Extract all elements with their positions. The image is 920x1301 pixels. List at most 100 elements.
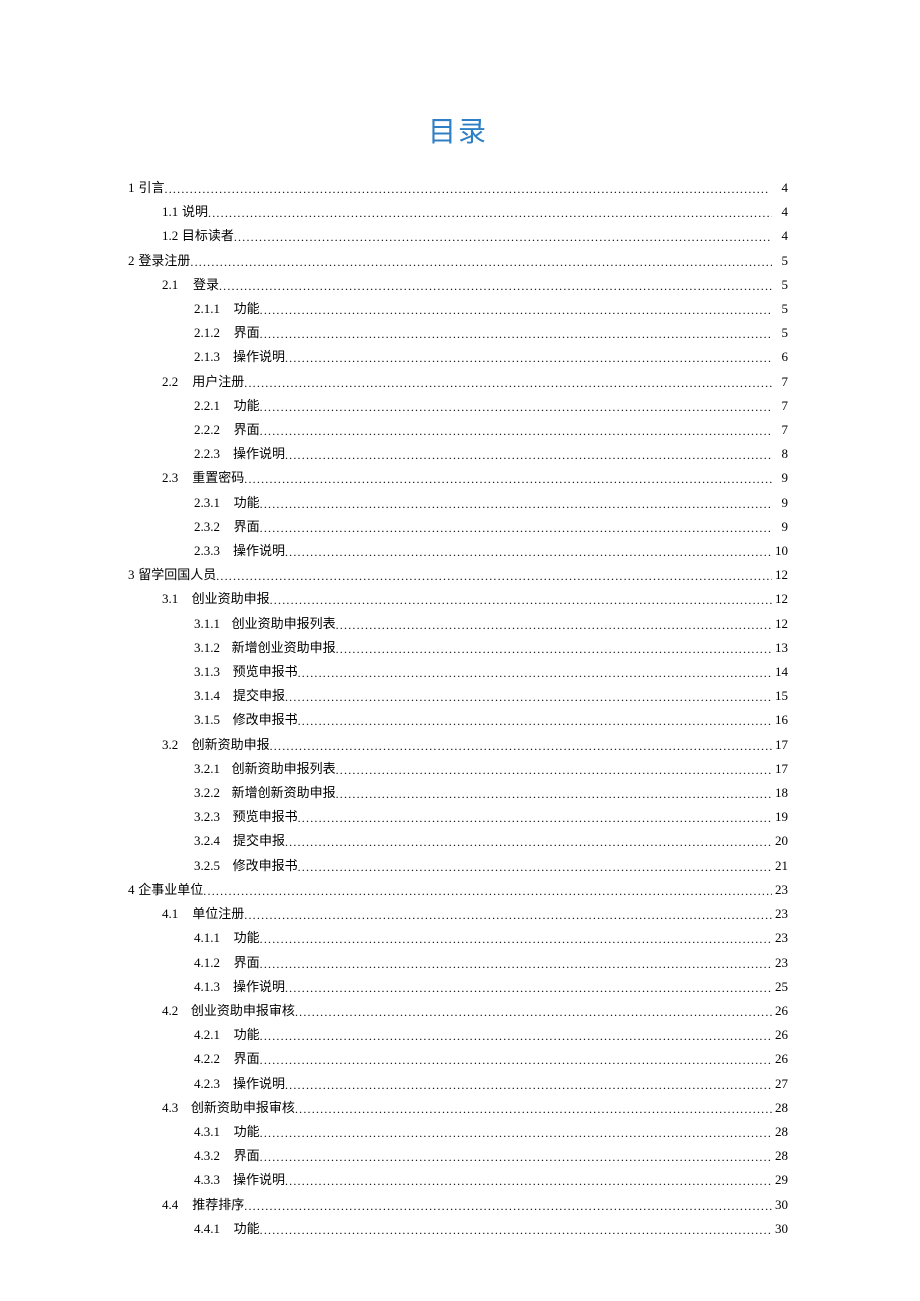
toc-leader-dots <box>260 420 772 443</box>
toc-leader-dots <box>244 468 772 491</box>
toc-entry-page: 23 <box>772 926 788 949</box>
toc-entry-page: 23 <box>772 902 788 925</box>
toc-entry[interactable]: 2.3.3操作说明10 <box>128 539 788 563</box>
toc-entry[interactable]: 4.3.3操作说明29 <box>128 1168 788 1192</box>
toc-entry[interactable]: 2.1.1功能5 <box>128 297 788 321</box>
document-page: 目录 1引言41.1说明41.2目标读者42登录注册52.1登录52.1.1功能… <box>128 110 788 1241</box>
toc-entry-number: 3.2.2 <box>194 781 220 804</box>
toc-entry[interactable]: 4.4推荐排序30 <box>128 1193 788 1217</box>
toc-entry[interactable]: 2.2.1功能7 <box>128 394 788 418</box>
toc-entry[interactable]: 4.4.1功能30 <box>128 1217 788 1241</box>
toc-entry[interactable]: 3留学回国人员12 <box>128 563 788 587</box>
toc-entry[interactable]: 3.2创新资助申报17 <box>128 733 788 757</box>
toc-entry-page: 23 <box>772 878 788 901</box>
toc-entry-number: 4.1.3 <box>194 975 220 998</box>
toc-entry-number: 4.4 <box>162 1193 178 1216</box>
toc-entry-label: 推荐排序 <box>192 1193 244 1216</box>
toc-entry[interactable]: 3.2.1创新资助申报列表17 <box>128 757 788 781</box>
toc-entry[interactable]: 2.3.1功能9 <box>128 491 788 515</box>
toc-leader-dots <box>203 880 772 903</box>
toc-entry[interactable]: 3.1.2 新增创业资助申报 13 <box>128 636 788 660</box>
toc-leader-dots <box>260 517 772 540</box>
toc-entry[interactable]: 2.1.3操作说明6 <box>128 345 788 369</box>
toc-entry-label: 功能 <box>234 491 260 514</box>
toc-entry-number: 4 <box>128 878 135 901</box>
toc-entry-number: 3.1.3 <box>194 660 220 683</box>
toc-entry-page: 26 <box>772 1023 788 1046</box>
toc-entry-number: 4.2.1 <box>194 1023 220 1046</box>
toc-entry[interactable]: 4.1单位注册23 <box>128 902 788 926</box>
toc-entry[interactable]: 3.2.4提交申报20 <box>128 829 788 853</box>
toc-entry-label: 新增创业资助申报 <box>232 636 336 659</box>
toc-entry[interactable]: 4.3.2界面28 <box>128 1144 788 1168</box>
toc-entry[interactable]: 3.2.3预览申报书19 <box>128 805 788 829</box>
toc-entry[interactable]: 3.1.4提交申报15 <box>128 684 788 708</box>
toc-entry[interactable]: 2.2.3操作说明8 <box>128 442 788 466</box>
toc-leader-dots <box>295 1001 772 1024</box>
toc-entry-label: 用户注册 <box>192 370 244 393</box>
toc-entry-number: 3.2 <box>162 733 178 756</box>
toc-entry-number: 3.2.1 <box>194 757 220 780</box>
toc-entry-page: 4 <box>772 200 788 223</box>
toc-entry-page: 5 <box>772 249 788 272</box>
toc-entry-label: 操作说明 <box>233 442 285 465</box>
toc-entry-label: 界面 <box>234 321 260 344</box>
toc-entry-page: 21 <box>772 854 788 877</box>
toc-entry-label: 新增创新资助申报 <box>232 781 336 804</box>
toc-entry[interactable]: 3.1.5修改申报书16 <box>128 708 788 732</box>
toc-entry-number: 3.2.5 <box>194 854 220 877</box>
toc-entry[interactable]: 2登录注册5 <box>128 249 788 273</box>
toc-entry[interactable]: 4.3.1功能28 <box>128 1120 788 1144</box>
toc-leader-dots <box>270 735 772 758</box>
toc-entry[interactable]: 4.2.1 功能 26 <box>128 1023 788 1047</box>
toc-entry[interactable]: 4.1.1功能23 <box>128 926 788 950</box>
toc-entry[interactable]: 4企事业单位23 <box>128 878 788 902</box>
toc-entry-page: 15 <box>772 684 788 707</box>
toc-entry[interactable]: 4.2创业资助申报审核26 <box>128 999 788 1023</box>
toc-entry[interactable]: 3.2.2新增创新资助申报18 <box>128 781 788 805</box>
toc-entry-number: 4.3 <box>162 1096 178 1119</box>
toc-entry[interactable]: 4.2.3操作说明27 <box>128 1072 788 1096</box>
toc-entry-page: 28 <box>772 1096 788 1119</box>
toc-entry-label: 登录 <box>193 273 219 296</box>
toc-entry-number: 1 <box>128 176 135 199</box>
toc-entry-page: 12 <box>772 612 788 635</box>
toc-entry[interactable]: 3.1创业资助申报12 <box>128 587 788 611</box>
toc-entry[interactable]: 4.1.3操作说明25 <box>128 975 788 999</box>
toc-entry-label: 功能 <box>234 926 260 949</box>
toc-entry[interactable]: 1引言4 <box>128 176 788 200</box>
toc-entry[interactable]: 2.3.2界面9 <box>128 515 788 539</box>
toc-entry-page: 20 <box>772 829 788 852</box>
toc-entry-number: 4.4.1 <box>194 1217 220 1240</box>
toc-entry[interactable]: 1.2目标读者4 <box>128 224 788 248</box>
toc-entry[interactable]: 2.1登录5 <box>128 273 788 297</box>
toc-entry[interactable]: 4.1.2界面23 <box>128 951 788 975</box>
toc-entry-number: 3.1.2 <box>194 636 220 659</box>
toc-entry[interactable]: 4.3创新资助申报审核28 <box>128 1096 788 1120</box>
toc-entry[interactable]: 1.1说明4 <box>128 200 788 224</box>
toc-entry[interactable]: 2.2.2界面7 <box>128 418 788 442</box>
toc-entry-page: 28 <box>772 1120 788 1143</box>
toc-entry-page: 5 <box>772 273 788 296</box>
toc-leader-dots <box>285 1074 772 1097</box>
toc-entry-number: 3.1.1 <box>194 612 220 635</box>
toc-entry-page: 13 <box>772 636 788 659</box>
toc-entry[interactable]: 2.1.2界面5 <box>128 321 788 345</box>
toc-entry-label: 功能 <box>234 1023 260 1046</box>
toc-entry-page: 6 <box>772 345 788 368</box>
toc-entry-page: 23 <box>772 951 788 974</box>
toc-entry-number: 1.2 <box>162 224 178 247</box>
toc-entry[interactable]: 2.3重置密码9 <box>128 466 788 490</box>
toc-entry-page: 7 <box>772 370 788 393</box>
toc-leader-dots <box>260 928 772 951</box>
toc-entry-number: 4.3.2 <box>194 1144 220 1167</box>
toc-entry[interactable]: 2.2用户注册7 <box>128 370 788 394</box>
toc-entry[interactable]: 3.1.3预览申报书14 <box>128 660 788 684</box>
toc-entry-number: 3 <box>128 563 135 586</box>
toc-entry-page: 9 <box>772 491 788 514</box>
toc-entry[interactable]: 3.2.5修改申报书21 <box>128 854 788 878</box>
toc-entry-label: 创新资助申报 <box>192 733 270 756</box>
toc-entry[interactable]: 3.1.1创业资助申报列表12 <box>128 612 788 636</box>
toc-entry[interactable]: 4.2.2界面26 <box>128 1047 788 1071</box>
toc-leader-dots <box>285 977 772 1000</box>
